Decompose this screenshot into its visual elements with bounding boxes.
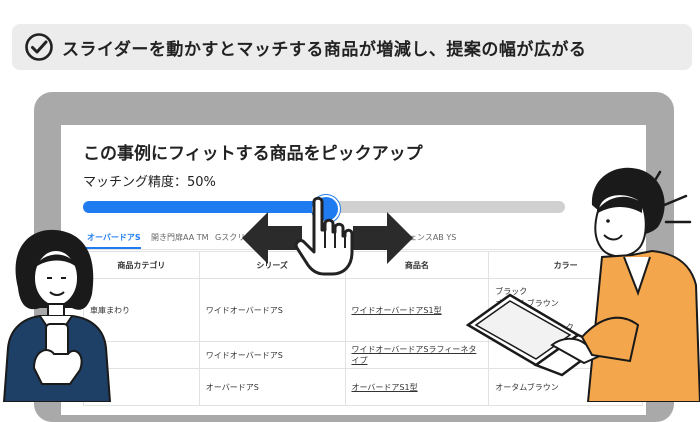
motion-lines-icon	[646, 170, 692, 224]
woman-with-phone-illustration	[2, 229, 112, 402]
pointing-hand-icon	[294, 196, 354, 276]
matching-accuracy-label: マッチング精度：50%	[83, 175, 216, 190]
series-cell: ワイドオーバードアS	[198, 341, 346, 369]
check-circle-icon	[25, 33, 53, 61]
arrow-right-icon	[353, 212, 413, 264]
tab-gate-aa[interactable]: 開き門扉AA TM	[151, 232, 209, 243]
banner-text: スライダーを動かすとマッチする商品が増減し、提案の幅が広がる	[62, 39, 587, 60]
header-banner: スライダーを動かすとマッチする商品が増減し、提案の幅が広がる	[12, 24, 692, 70]
page-title: この事例にフィットする商品をピックアップ	[83, 144, 423, 164]
series-cell: ワイドオーバードアS	[198, 278, 346, 342]
series-cell: オーバードアS	[198, 368, 346, 406]
